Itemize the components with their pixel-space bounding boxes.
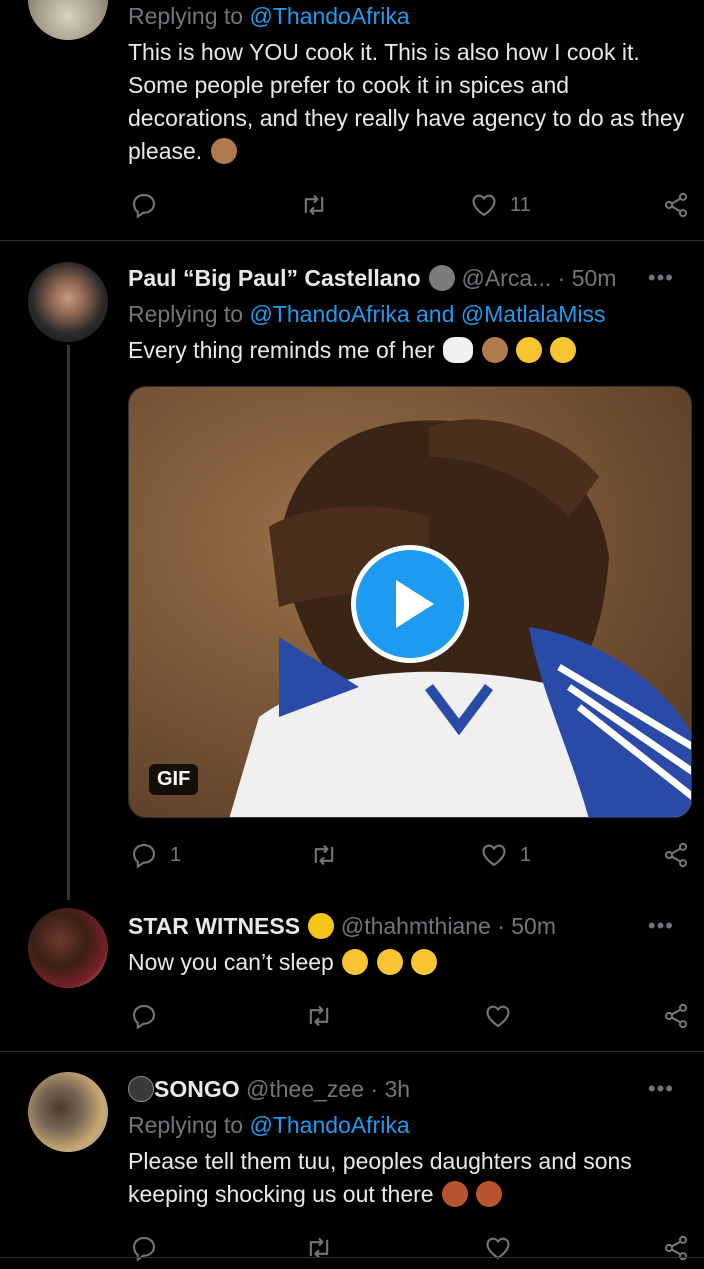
tweet-actions	[128, 1231, 694, 1265]
handle[interactable]: @Arca...	[461, 265, 551, 291]
retweet-button[interactable]	[310, 838, 350, 872]
tweet-text: Now you can’t sleep	[128, 946, 688, 979]
tweet-text: This is how YOU cook it. This is also ho…	[128, 39, 685, 164]
handle[interactable]: @thahmthiane	[341, 913, 491, 939]
reply-count: 1	[170, 843, 182, 866]
display-name[interactable]: STAR WITNESS	[128, 913, 300, 939]
timestamp[interactable]: · 3h	[370, 1076, 410, 1102]
heart-icon	[482, 844, 506, 867]
mention-link[interactable]: @ThandoAfrika	[249, 1112, 409, 1138]
shrug-emoji-icon	[210, 138, 237, 164]
like-button[interactable]	[484, 1231, 512, 1265]
play-button[interactable]	[351, 545, 469, 663]
more-icon[interactable]: •••	[648, 1073, 674, 1105]
tweet-header: Paul “Big Paul” Castellano @Arca... · 50…	[128, 262, 688, 294]
reply-icon	[133, 194, 155, 219]
eyes-emoji-icon	[443, 337, 474, 363]
gif-media[interactable]: GIF	[128, 386, 692, 818]
retweet-icon	[304, 194, 324, 216]
retweet-button[interactable]	[305, 1231, 333, 1265]
reply-icon	[133, 1005, 155, 1030]
relieved-face-emoji-icon	[515, 337, 542, 363]
share-icon	[664, 192, 688, 218]
reply-button[interactable]	[130, 1231, 158, 1265]
avatar[interactable]	[28, 0, 108, 40]
person-bowing-emoji-icon	[476, 1181, 503, 1207]
tweet-actions: 1 1	[128, 838, 694, 872]
person-bowing-emoji-icon	[441, 1181, 468, 1207]
tweet-actions: 11	[128, 188, 694, 222]
share-button[interactable]	[662, 999, 690, 1033]
relieved-face-emoji-icon	[550, 337, 577, 363]
rofl-emoji-icon	[411, 949, 438, 975]
mention-link[interactable]: @MatlalaMiss	[461, 301, 606, 327]
share-button[interactable]	[662, 1231, 690, 1265]
timestamp[interactable]: · 50m	[497, 913, 556, 939]
dizzy-emoji-icon	[308, 913, 335, 939]
tweet-text: Please tell them tuu, peoples daughters …	[128, 1148, 632, 1207]
play-icon	[396, 580, 434, 628]
separator	[0, 240, 704, 241]
heart-icon	[472, 194, 496, 217]
black-circle-icon	[128, 1076, 154, 1102]
display-name[interactable]: Paul “Big Paul” Castellano	[128, 265, 421, 291]
avatar[interactable]	[28, 908, 108, 988]
rofl-emoji-icon	[342, 949, 369, 975]
tweet-actions	[128, 999, 694, 1033]
timestamp[interactable]: · 50m	[558, 265, 617, 291]
like-count: 11	[510, 193, 531, 216]
reply-icon	[133, 844, 155, 869]
spy-emoji-icon	[429, 265, 456, 291]
like-button[interactable]	[484, 999, 524, 1033]
share-icon	[664, 1003, 688, 1029]
separator	[0, 1051, 704, 1052]
replying-to: Replying to @ThandoAfrika	[128, 1112, 410, 1138]
retweet-icon	[309, 1005, 329, 1027]
reply-button[interactable]	[130, 999, 170, 1033]
like-button[interactable]: 11	[470, 188, 531, 222]
share-button[interactable]	[662, 188, 690, 222]
tweet-header: SONGO @thee_zee · 3h •••	[128, 1073, 688, 1105]
retweet-button[interactable]	[300, 188, 340, 222]
mention-link[interactable]: @ThandoAfrika	[249, 3, 409, 29]
heart-icon	[486, 1005, 510, 1028]
tweet-header: STAR WITNESS @thahmthiane · 50m •••	[128, 910, 688, 942]
mention-conjunction: and	[416, 301, 455, 327]
handle[interactable]: @thee_zee	[246, 1076, 364, 1102]
avatar[interactable]	[28, 262, 108, 342]
separator	[0, 1257, 704, 1258]
mention-link[interactable]: @ThandoAfrika	[249, 301, 409, 327]
reply-button[interactable]	[130, 188, 170, 222]
replying-to: Replying to @ThandoAfrika and @MatlalaMi…	[128, 301, 606, 327]
shrug-emoji-icon	[481, 337, 508, 363]
retweet-button[interactable]	[305, 999, 345, 1033]
tweet[interactable]: Replying to @ThandoAfrika This is how YO…	[0, 0, 704, 240]
rofl-emoji-icon	[376, 949, 403, 975]
gif-badge: GIF	[149, 764, 199, 795]
reply-button[interactable]: 1	[130, 838, 181, 872]
avatar[interactable]	[28, 1072, 108, 1152]
thread-line	[67, 345, 70, 900]
like-count: 1	[520, 843, 532, 866]
display-name[interactable]: SONGO	[154, 1076, 240, 1102]
more-icon[interactable]: •••	[648, 910, 674, 942]
like-button[interactable]: 1	[480, 838, 531, 872]
replying-to: Replying to @ThandoAfrika	[128, 3, 410, 29]
more-icon[interactable]: •••	[648, 262, 674, 294]
share-icon	[664, 842, 688, 868]
share-button[interactable]	[662, 838, 690, 872]
retweet-icon	[314, 844, 334, 866]
tweet-text: Every thing reminds me of her	[128, 334, 688, 367]
